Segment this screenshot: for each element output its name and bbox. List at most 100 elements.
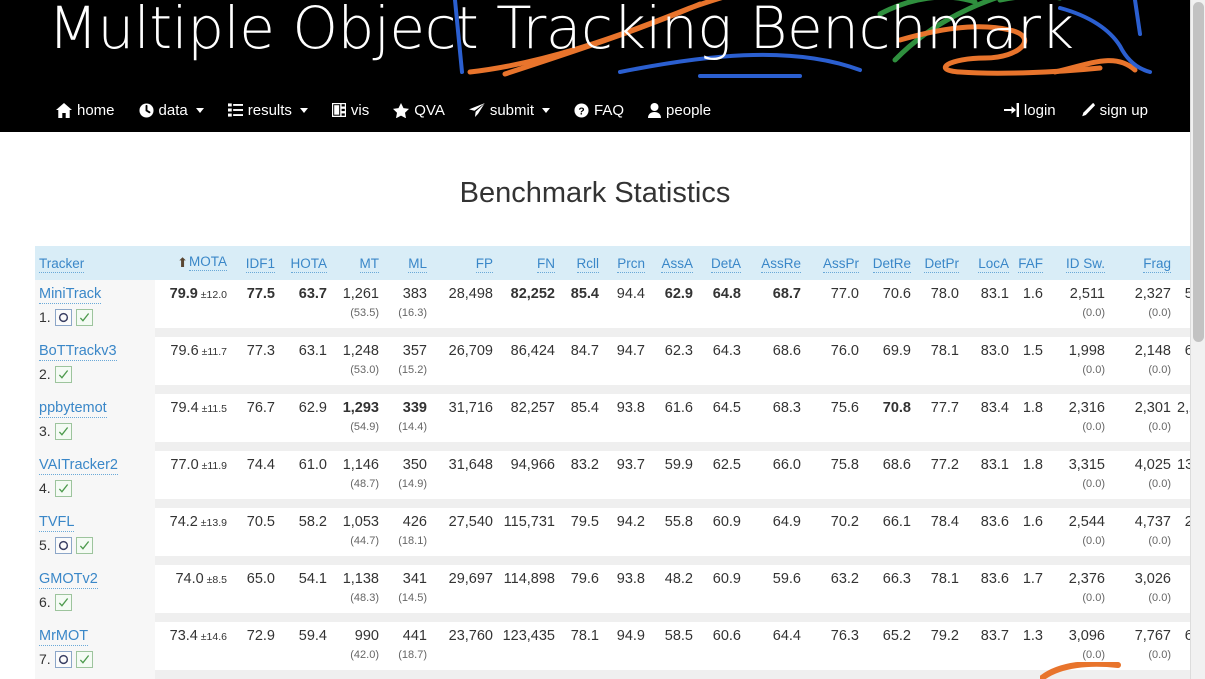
col-header-assre[interactable]: AssRe — [744, 246, 804, 280]
col-header-detpr[interactable]: DetPr — [914, 246, 962, 280]
subcell-rcll — [558, 478, 602, 499]
subcell-fn — [496, 535, 558, 556]
cell-value: 64.8 — [713, 286, 741, 302]
verified-check-badge-icon[interactable] — [55, 423, 72, 440]
subcell-idf1 — [230, 307, 278, 328]
camera-badge-icon[interactable] — [55, 651, 72, 668]
col-header-assa[interactable]: AssA — [648, 246, 696, 280]
cell-value: 61.6 — [665, 400, 693, 416]
col-header-idf1[interactable]: IDF1 — [230, 246, 278, 280]
col-header-fp[interactable]: FP — [430, 246, 496, 280]
subcell-frag: (0.0) — [1108, 364, 1174, 385]
tracker-cell: TVFL5. — [35, 508, 155, 556]
table-row: GMOTv26.74.0 ±8.565.054.11,13834129,6971… — [35, 565, 1205, 592]
tracker-link[interactable]: BoTTrackv3 — [39, 343, 117, 361]
cell-value: 61.0 — [299, 457, 327, 473]
scrollbar-thumb[interactable] — [1193, 2, 1204, 342]
nav-item-submit[interactable]: submit — [457, 98, 562, 123]
nav-item-signup[interactable]: sign up — [1068, 98, 1160, 123]
cell-value: 1,248 — [343, 343, 379, 359]
verified-check-badge-icon[interactable] — [76, 651, 93, 668]
cell-value: 66.0 — [773, 457, 801, 473]
subcell-prcn — [602, 478, 648, 499]
col-header-hota[interactable]: HOTA — [278, 246, 330, 280]
tracker-link[interactable]: GMOTv2 — [39, 571, 98, 589]
col-header-ml[interactable]: ML — [382, 246, 430, 280]
cell-fn: 114,898 — [496, 565, 558, 592]
nav-label: people — [666, 102, 711, 119]
subcell-idsw: (0.0) — [1046, 478, 1108, 499]
col-header-frag[interactable]: Frag — [1108, 246, 1174, 280]
cell-value: 55.8 — [665, 514, 693, 530]
subcell-prcn — [602, 364, 648, 385]
verified-check-badge-icon[interactable] — [55, 480, 72, 497]
cell-assre: 68.3 — [744, 394, 804, 421]
subcell-fp — [430, 307, 496, 328]
col-header-asspr[interactable]: AssPr — [804, 246, 862, 280]
nav-item-home[interactable]: home — [44, 98, 127, 123]
verified-check-badge-icon[interactable] — [76, 537, 93, 554]
col-header-rcll[interactable]: Rcll — [558, 246, 602, 280]
subcell-assre — [744, 307, 804, 328]
nav-item-faq[interactable]: ? FAQ — [562, 98, 636, 123]
nav-item-vis[interactable]: vis — [320, 98, 381, 123]
chevron-down-icon — [196, 108, 204, 113]
tracker-link[interactable]: TVFL — [39, 514, 74, 532]
nav-item-people[interactable]: people — [636, 98, 723, 123]
cell-value: 1.6 — [1023, 514, 1043, 530]
cell-assre: 68.7 — [744, 280, 804, 307]
verified-check-badge-icon[interactable] — [76, 309, 93, 326]
subcell-assre — [744, 478, 804, 499]
nav-label: submit — [490, 102, 534, 119]
nav-item-qva[interactable]: QVA — [381, 98, 457, 123]
nav-item-data[interactable]: data — [127, 98, 216, 123]
table-subrow: (48.3)(14.5)(0.0)(0.0) — [35, 592, 1205, 613]
col-header-deta[interactable]: DetA — [696, 246, 744, 280]
main-navbar: home data — [0, 88, 1190, 132]
rank-number: 6. — [39, 594, 51, 610]
cell-asspr: 70.2 — [804, 508, 862, 535]
cell-detpr: 78.1 — [914, 337, 962, 364]
cell-assre: 59.6 — [744, 565, 804, 592]
cell-value: 1,293 — [343, 400, 379, 416]
col-header-fn[interactable]: FN — [496, 246, 558, 280]
tracker-link[interactable]: MiniTrack — [39, 286, 101, 304]
cell-value: 83.4 — [981, 400, 1009, 416]
col-header-faf[interactable]: FAF — [1012, 246, 1046, 280]
row-separator-band — [155, 328, 1205, 337]
subcell-idf1 — [230, 364, 278, 385]
col-header-mota[interactable]: ⬆MOTA — [155, 246, 230, 280]
cell-value: 64.4 — [773, 628, 801, 644]
col-header-tracker[interactable]: Tracker — [35, 246, 155, 280]
verified-check-badge-icon[interactable] — [55, 594, 72, 611]
tracker-link[interactable]: ppbytemot — [39, 400, 107, 418]
cell-value: 75.8 — [831, 457, 859, 473]
col-header-mt[interactable]: MT — [330, 246, 382, 280]
cell-value: 1.5 — [1023, 343, 1043, 359]
question-icon: ? — [574, 103, 589, 118]
col-header-idsw[interactable]: ID Sw. — [1046, 246, 1108, 280]
cell-value: 54.1 — [299, 571, 327, 587]
cell-value: 79.4 — [170, 400, 198, 416]
vertical-scrollbar[interactable] — [1190, 0, 1205, 679]
col-header-prcn[interactable]: Prcn — [602, 246, 648, 280]
subcell-detre — [862, 307, 914, 328]
cell-hota: 59.4 — [278, 622, 330, 649]
verified-check-badge-icon[interactable] — [55, 366, 72, 383]
col-header-detre[interactable]: DetRe — [862, 246, 914, 280]
cell-value: 68.7 — [773, 286, 801, 302]
cell-faf: 1.5 — [1012, 337, 1046, 364]
cell-value: 83.6 — [981, 514, 1009, 530]
camera-badge-icon[interactable] — [55, 537, 72, 554]
tracker-link[interactable]: VAITracker2 — [39, 457, 118, 475]
tracker-link[interactable]: MrMOT — [39, 628, 88, 646]
nav-item-results[interactable]: results — [216, 98, 320, 123]
cell-prcn: 94.7 — [602, 337, 648, 364]
subcell-mota — [155, 307, 230, 328]
camera-badge-icon[interactable] — [55, 309, 72, 326]
nav-item-login[interactable]: login — [992, 98, 1068, 123]
cell-ml: 441 — [382, 622, 430, 649]
col-header-loca[interactable]: LocA — [962, 246, 1012, 280]
subcell-mt: (54.9) — [330, 421, 382, 442]
cell-asspr: 75.8 — [804, 451, 862, 478]
